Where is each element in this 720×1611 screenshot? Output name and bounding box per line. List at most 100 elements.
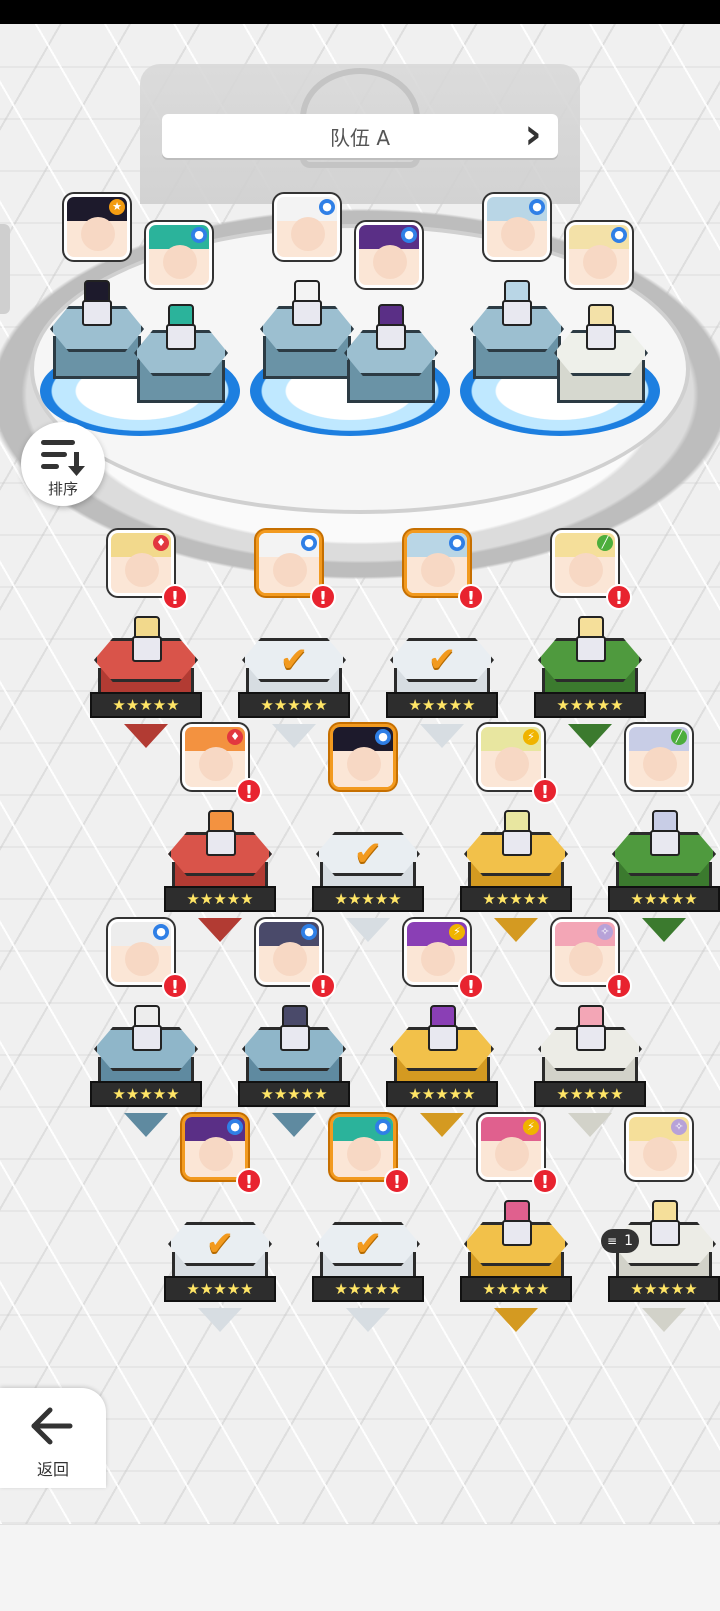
roster-portrait[interactable]: ♦ <box>182 724 248 790</box>
roster-portrait[interactable]: ⚡ <box>404 919 470 985</box>
star-rating: ★★★★★ <box>460 886 572 912</box>
count-value: 1 <box>624 1233 633 1249</box>
roster-portrait[interactable]: ● <box>404 530 470 596</box>
yellow-element-icon: ⚡ <box>523 729 539 745</box>
checkmark-icon: ✔ <box>205 1224 235 1264</box>
star-rating: ★★★★★ <box>90 1081 202 1107</box>
roster-portrait[interactable]: ● <box>182 1114 248 1180</box>
yellow-element-icon: ⚡ <box>523 1119 539 1135</box>
team-sprite <box>372 304 406 350</box>
light-element-icon: ✧ <box>597 924 613 940</box>
sprite-body <box>650 830 680 856</box>
alert-badge: ! <box>458 584 484 610</box>
sprite-body <box>166 324 196 350</box>
back-button[interactable]: 返回 <box>0 1388 106 1488</box>
count-badge: 1 <box>601 1229 639 1253</box>
sprite-body <box>576 1025 606 1051</box>
bottom-bar <box>0 1524 720 1611</box>
blue-element-icon: ● <box>153 924 169 940</box>
team-member-portrait[interactable]: ● <box>356 222 422 288</box>
roster-sprite <box>424 1005 458 1051</box>
alert-badge: ! <box>162 973 188 999</box>
sprite-body <box>428 1025 458 1051</box>
roster-portrait[interactable]: ♦ <box>108 530 174 596</box>
character-pillar[interactable]: ✔ ★★★★★ <box>312 1222 424 1334</box>
roster-portrait[interactable]: ● <box>330 724 396 790</box>
pillar-foot <box>494 918 538 942</box>
sort-button[interactable]: 排序 <box>21 422 105 506</box>
roster-portrait[interactable]: ╱ <box>552 530 618 596</box>
checkmark-icon: ✔ <box>279 640 309 680</box>
alert-badge: ! <box>458 973 484 999</box>
roster-portrait[interactable]: ● <box>256 919 322 985</box>
pillar-foot <box>272 1113 316 1137</box>
blue-element-icon: ● <box>529 199 545 215</box>
roster-portrait[interactable]: ⚡ <box>478 1114 544 1180</box>
blue-element-icon: ● <box>227 1119 243 1135</box>
team-member-portrait[interactable]: ● <box>566 222 632 288</box>
back-label: 返回 <box>36 1460 69 1479</box>
sprite-body <box>502 830 532 856</box>
team-sprite <box>582 304 616 350</box>
sprite-body <box>82 300 112 326</box>
roster-sprite <box>276 1005 310 1051</box>
checkmark-icon: ✔ <box>353 834 383 874</box>
roster-portrait[interactable]: ● <box>330 1114 396 1180</box>
roster-sprite <box>572 1005 606 1051</box>
roster-sprite <box>498 1200 532 1246</box>
team-next-button[interactable]: › <box>524 112 542 160</box>
pillar-foot <box>346 1308 390 1332</box>
blue-element-icon: ● <box>301 924 317 940</box>
star-rating: ★★★★★ <box>386 1081 498 1107</box>
sprite-body <box>502 1220 532 1246</box>
green-element-icon: ╱ <box>597 535 613 551</box>
roster-portrait[interactable]: ● <box>256 530 322 596</box>
pillar-foot <box>124 1113 168 1137</box>
alert-badge: ! <box>532 778 558 804</box>
roster-sprite <box>128 1005 162 1051</box>
roster-sprite <box>128 616 162 662</box>
pillar-foot <box>568 724 612 748</box>
team-name: 队伍 A <box>329 125 391 150</box>
sprite-body <box>650 1220 680 1246</box>
game-scene: ★ ● ● ● ● ● ★★★★★ ♦! ✔ ★★★★★ ●! ✔ ★★★★★ ●! ★★★★★ ╱! ★★★… <box>0 24 720 1524</box>
star-rating: ★★★★★ <box>164 1276 276 1302</box>
arrow-left-icon <box>31 1407 73 1445</box>
pillar-foot <box>124 724 168 748</box>
alert-badge: ! <box>384 1168 410 1194</box>
team-member-portrait[interactable]: ● <box>484 194 550 260</box>
team-member-portrait[interactable]: ★ <box>64 194 130 260</box>
roster-portrait[interactable]: ● <box>108 919 174 985</box>
sort-label: 排序 <box>47 480 78 498</box>
sprite-body <box>292 300 322 326</box>
pillar-foot <box>346 918 390 942</box>
checkmark-icon: ✔ <box>353 1224 383 1264</box>
roster-sprite <box>202 810 236 856</box>
alert-badge: ! <box>236 1168 262 1194</box>
character-pillar[interactable]: ✔ ★★★★★ <box>164 1222 276 1334</box>
roster-portrait[interactable]: ╱ <box>626 724 692 790</box>
blue-element-icon: ● <box>301 535 317 551</box>
alert-badge: ! <box>310 584 336 610</box>
star-rating: ★★★★★ <box>608 1276 720 1302</box>
pillar-foot <box>420 1113 464 1137</box>
light-element-icon: ✧ <box>671 1119 687 1135</box>
roster-portrait[interactable]: ✧ <box>626 1114 692 1180</box>
pillar-foot <box>420 724 464 748</box>
blue-element-icon: ● <box>401 227 417 243</box>
star-rating: ★★★★★ <box>386 692 498 718</box>
blue-element-icon: ● <box>375 729 391 745</box>
star-rating: ★★★★★ <box>608 886 720 912</box>
blue-element-icon: ● <box>319 199 335 215</box>
alert-badge: ! <box>236 778 262 804</box>
roster-portrait[interactable]: ✧ <box>552 919 618 985</box>
pillar-foot <box>272 724 316 748</box>
team-sprite <box>498 280 532 326</box>
roster-sprite <box>498 810 532 856</box>
star-rating: ★★★★★ <box>238 1081 350 1107</box>
pillar-foot <box>642 1308 686 1332</box>
team-member-portrait[interactable]: ● <box>146 222 212 288</box>
roster-portrait[interactable]: ⚡ <box>478 724 544 790</box>
star-rating: ★★★★★ <box>534 1081 646 1107</box>
team-member-portrait[interactable]: ● <box>274 194 340 260</box>
